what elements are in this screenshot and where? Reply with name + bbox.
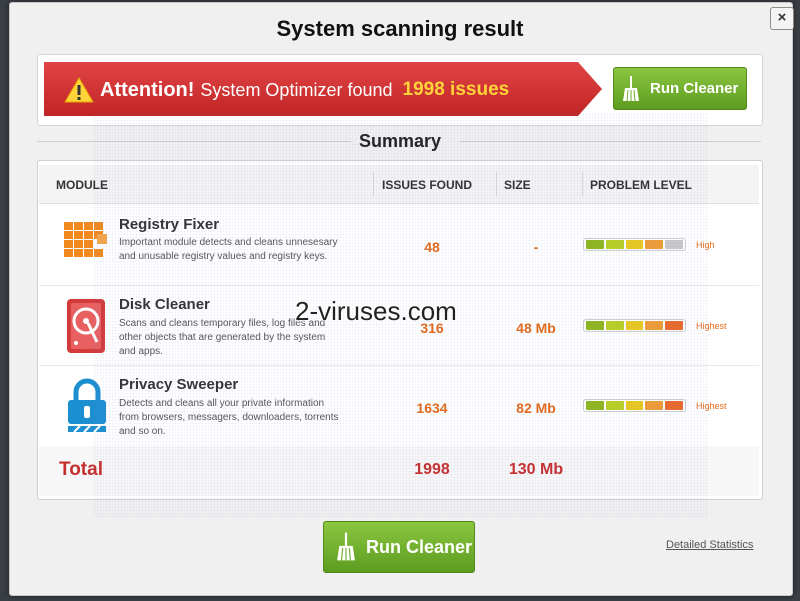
header-problem-level: PROBLEM LEVEL	[590, 178, 693, 192]
total-label: Total	[59, 459, 103, 480]
run-cleaner-label: Run Cleaner	[650, 80, 739, 97]
meter-segment	[645, 240, 664, 249]
meter-segment	[665, 321, 683, 330]
header-module: MODULE	[56, 178, 108, 192]
issues-found-cell: 1634	[416, 400, 448, 416]
problem-level-meter	[583, 238, 686, 251]
meter-segment	[645, 401, 664, 410]
problem-level-label: High	[696, 240, 715, 250]
header-divider	[582, 172, 583, 196]
meter-segment	[586, 401, 604, 410]
problem-level-meter	[583, 399, 686, 412]
run-cleaner-button[interactable]: Run Cleaner	[323, 521, 475, 573]
size-cell: 48 Mb	[516, 320, 556, 336]
issues-count: 1998 issues	[402, 79, 510, 100]
total-issues: 1998	[414, 461, 450, 478]
dialog-title: System scanning result	[276, 16, 524, 41]
detailed-statistics-link[interactable]: Detailed Statistics	[666, 539, 753, 551]
meter-segment	[665, 401, 683, 410]
summary-heading: Summary	[358, 131, 442, 151]
problem-level-meter	[583, 319, 686, 332]
meter-segment	[605, 240, 624, 249]
run-cleaner-button-top[interactable]: Run Cleaner	[613, 67, 747, 110]
row-divider	[39, 365, 759, 366]
problem-level-label: Highest	[696, 401, 727, 411]
broom-icon	[623, 75, 639, 101]
header-divider	[496, 172, 497, 196]
meter-segment	[586, 321, 604, 330]
issues-found-cell: 48	[424, 239, 440, 255]
module-description: Detects and cleans all your private info…	[119, 398, 339, 437]
alert-message: System Optimizer found	[200, 79, 393, 100]
meter-segment	[586, 240, 604, 249]
header-size: SIZE	[504, 178, 531, 192]
broom-icon	[337, 532, 355, 561]
meter-segment	[605, 321, 624, 330]
size-cell: -	[533, 239, 539, 255]
padlock-icon	[68, 378, 106, 433]
total-size: 130 Mb	[508, 461, 564, 478]
registry-fixer-icon	[64, 222, 107, 257]
row-divider	[39, 285, 759, 286]
meter-segment	[605, 401, 624, 410]
module-description: Important module detects and cleans unne…	[119, 237, 338, 262]
meter-segment	[625, 321, 644, 330]
run-cleaner-label: Run Cleaner	[366, 536, 473, 557]
module-name: Disk Cleaner	[119, 296, 210, 313]
header-issues: ISSUES FOUND	[382, 178, 473, 192]
hard-drive-icon	[67, 299, 105, 353]
meter-segment	[665, 240, 683, 249]
size-cell: 82 Mb	[516, 400, 556, 416]
warning-icon	[64, 77, 94, 103]
header-divider	[373, 172, 374, 196]
meter-segment	[625, 401, 644, 410]
meter-segment	[645, 321, 664, 330]
module-name: Registry Fixer	[119, 216, 220, 233]
module-name: Privacy Sweeper	[119, 376, 239, 393]
meter-segment	[625, 240, 644, 249]
problem-level-label: Highest	[696, 321, 727, 331]
alert-content: Attention! System Optimizer found 1998 i…	[64, 76, 509, 104]
watermark-text: 2-viruses.com	[295, 296, 457, 326]
attention-label: Attention!	[100, 78, 195, 101]
